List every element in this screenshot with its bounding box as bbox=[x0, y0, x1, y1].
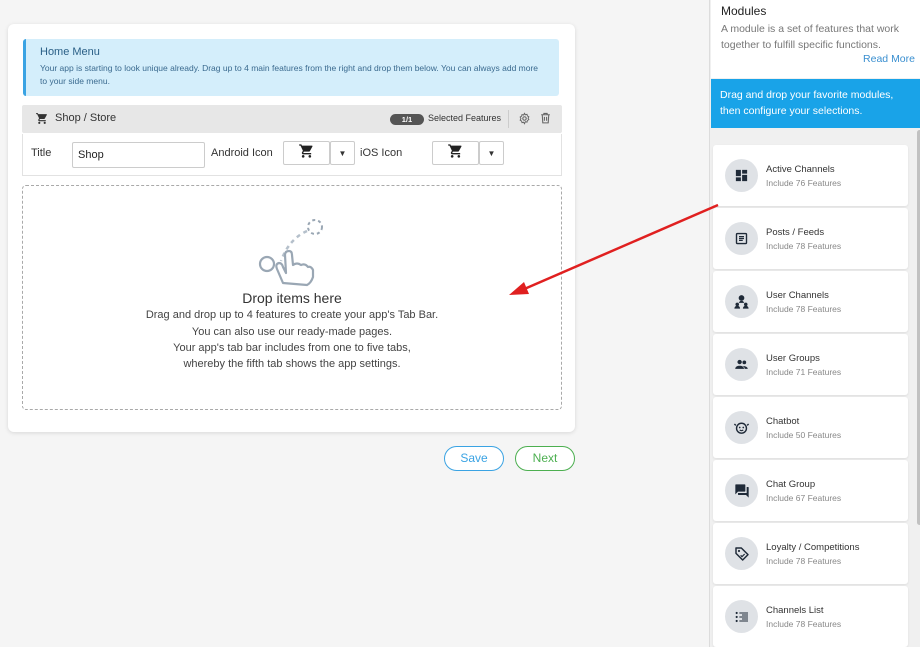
android-icon-button[interactable] bbox=[283, 141, 330, 165]
module-name: Loyalty / Competitions bbox=[766, 542, 860, 553]
drag-gesture-icon bbox=[253, 217, 325, 292]
module-item-chat-group[interactable]: Chat Group Include 67 Features bbox=[713, 460, 908, 521]
caret-down-icon: ▼ bbox=[338, 148, 347, 158]
home-menu-description: Your app is starting to look unique alre… bbox=[40, 63, 539, 86]
module-item-user-channels[interactable]: User Channels Include 78 Features bbox=[713, 271, 908, 332]
drop-zone-line: Your app's tab bar includes from one to … bbox=[173, 342, 411, 354]
modules-list: Active Channels Include 76 Features Post… bbox=[711, 128, 920, 647]
module-count: Include 76 Features bbox=[766, 178, 842, 188]
module-name: Channels List bbox=[766, 605, 824, 616]
user-channels-icon bbox=[725, 285, 758, 318]
feature-settings-row: Title Android Icon ▼ iOS Icon ▼ bbox=[22, 134, 562, 176]
module-item-user-groups[interactable]: User Groups Include 71 Features bbox=[713, 334, 908, 395]
module-count: Include 78 Features bbox=[766, 304, 842, 314]
home-menu-title: Home Menu bbox=[40, 46, 100, 58]
module-item-active-channels[interactable]: Active Channels Include 76 Features bbox=[713, 145, 908, 206]
module-count: Include 71 Features bbox=[766, 367, 842, 377]
module-count: Include 67 Features bbox=[766, 493, 842, 503]
caret-down-icon: ▼ bbox=[487, 148, 496, 158]
android-icon-label: Android Icon bbox=[211, 147, 273, 159]
drop-zone-title: Drop items here bbox=[242, 290, 342, 306]
chat-icon bbox=[725, 474, 758, 507]
ios-icon-label: iOS Icon bbox=[360, 147, 403, 159]
android-icon-dropdown[interactable]: ▼ bbox=[330, 141, 355, 165]
selected-features-label: Selected Features bbox=[428, 113, 502, 123]
module-count: Include 78 Features bbox=[766, 556, 842, 566]
module-name: User Groups bbox=[766, 353, 820, 364]
drop-zone-line: You can also use our ready-made pages. bbox=[191, 326, 393, 338]
cart-icon bbox=[298, 143, 315, 164]
home-menu-info: Home Menu Your app is starting to look u… bbox=[23, 39, 559, 96]
gear-icon[interactable] bbox=[518, 112, 531, 130]
modules-sidebar: Modules A module is a set of features th… bbox=[709, 0, 920, 647]
title-label: Title bbox=[31, 147, 52, 159]
cart-icon bbox=[447, 143, 464, 164]
feature-header: Shop / Store 1/1 Selected Features bbox=[22, 105, 562, 133]
tag-icon bbox=[725, 537, 758, 570]
modules-header: Modules A module is a set of features th… bbox=[711, 0, 920, 78]
save-button[interactable]: Save bbox=[444, 446, 504, 471]
selected-count-badge: 1/1 bbox=[390, 114, 424, 125]
module-item-channels-list[interactable]: Channels List Include 78 Features bbox=[713, 586, 908, 647]
feed-icon bbox=[725, 222, 758, 255]
module-item-posts-feeds[interactable]: Posts / Feeds Include 78 Features bbox=[713, 208, 908, 269]
module-item-loyalty-competitions[interactable]: Loyalty / Competitions Include 78 Featur… bbox=[713, 523, 908, 584]
read-more-link[interactable]: Read More bbox=[863, 53, 915, 65]
user-groups-icon bbox=[725, 348, 758, 381]
cart-icon bbox=[35, 112, 49, 130]
trash-icon[interactable] bbox=[539, 111, 552, 130]
ios-icon-button[interactable] bbox=[432, 141, 479, 165]
module-count: Include 50 Features bbox=[766, 430, 842, 440]
title-input[interactable] bbox=[72, 142, 205, 168]
module-name: Active Channels bbox=[766, 164, 835, 175]
next-button[interactable]: Next bbox=[515, 446, 575, 471]
module-count: Include 78 Features bbox=[766, 619, 842, 629]
list-icon bbox=[725, 600, 758, 633]
chatbot-icon bbox=[725, 411, 758, 444]
feature-name: Shop / Store bbox=[55, 112, 117, 124]
module-item-chatbot[interactable]: Chatbot Include 50 Features bbox=[713, 397, 908, 458]
module-name: User Channels bbox=[766, 290, 829, 301]
module-name: Chatbot bbox=[766, 416, 800, 427]
modules-description: A module is a set of features that work … bbox=[721, 23, 900, 51]
modules-banner: Drag and drop your favorite modules, the… bbox=[711, 79, 920, 128]
dashboard-icon bbox=[725, 159, 758, 192]
drop-zone[interactable]: Drop items here Drag and drop up to 4 fe… bbox=[22, 185, 562, 410]
modules-title: Modules bbox=[721, 4, 767, 18]
drop-zone-line: Drag and drop up to 4 features to create… bbox=[145, 309, 439, 321]
ios-icon-dropdown[interactable]: ▼ bbox=[479, 141, 504, 165]
module-count: Include 78 Features bbox=[766, 241, 842, 251]
header-divider bbox=[508, 110, 509, 128]
home-menu-card: Home Menu Your app is starting to look u… bbox=[8, 24, 575, 432]
drop-zone-line: whereby the fifth tab shows the app sett… bbox=[183, 358, 401, 370]
module-name: Posts / Feeds bbox=[766, 227, 825, 238]
module-name: Chat Group bbox=[766, 479, 816, 490]
